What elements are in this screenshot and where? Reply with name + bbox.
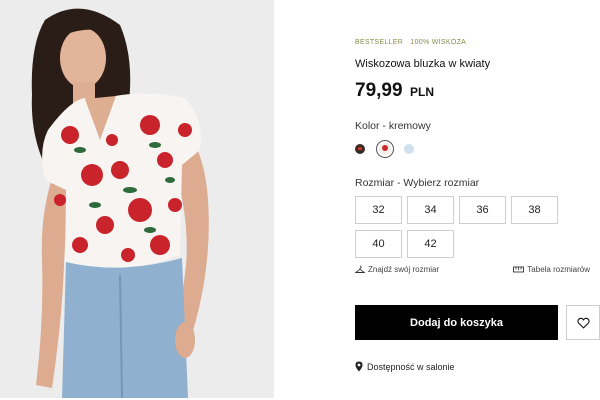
size-option-34[interactable]: 34 [407,196,454,224]
size-table-label: Tabela rozmiarów [527,265,590,274]
store-availability-link[interactable]: Dostępność w salonie [355,361,455,372]
heart-icon [576,317,590,329]
ruler-icon [513,266,525,273]
cream-floral-swatch[interactable] [379,143,391,155]
badge-bestseller: BESTSELLER [355,39,404,46]
add-to-cart-button[interactable]: Dodaj do koszyka [355,305,558,340]
find-size-link[interactable]: Znajdź swój rozmiar [355,265,439,274]
availability-label: Dostępność w salonie [367,361,455,372]
product-photo[interactable] [0,0,274,398]
location-pin-icon [355,361,363,372]
size-table-link[interactable]: Tabela rozmiarów [513,265,590,274]
size-option-36[interactable]: 36 [459,196,506,224]
find-size-label: Znajdź swój rozmiar [368,265,440,274]
color-swatches [355,139,425,159]
badge-material: 100% WISKOZA [410,39,467,46]
product-page: BESTSELLER 100% WISKOZA Wiskozowa bluzka… [0,0,600,400]
price-currency: PLN [410,85,434,99]
product-title: Wiskozowa bluzka w kwiaty [355,58,491,70]
dark-print-swatch[interactable] [355,144,365,154]
size-option-38[interactable]: 38 [511,196,558,224]
product-price: 79,99 PLN [355,80,434,102]
light-blue-swatch[interactable] [404,144,414,154]
size-label: Rozmiar - Wybierz rozmiar [355,177,480,189]
model-image [0,0,274,398]
size-helpers: Znajdź swój rozmiar Tabela rozmiarów [355,265,590,279]
hanger-icon [355,265,365,273]
color-label: Kolor - kremowy [355,120,431,132]
selected-swatch-ring[interactable] [376,140,394,158]
product-badges: BESTSELLER 100% WISKOZA [355,39,466,46]
price-amount: 79,99 [355,80,403,101]
wishlist-button[interactable] [566,305,600,340]
size-option-42[interactable]: 42 [407,230,454,258]
size-option-40[interactable]: 40 [355,230,402,258]
size-option-32[interactable]: 32 [355,196,402,224]
product-details: BESTSELLER 100% WISKOZA Wiskozowa bluzka… [355,0,600,400]
